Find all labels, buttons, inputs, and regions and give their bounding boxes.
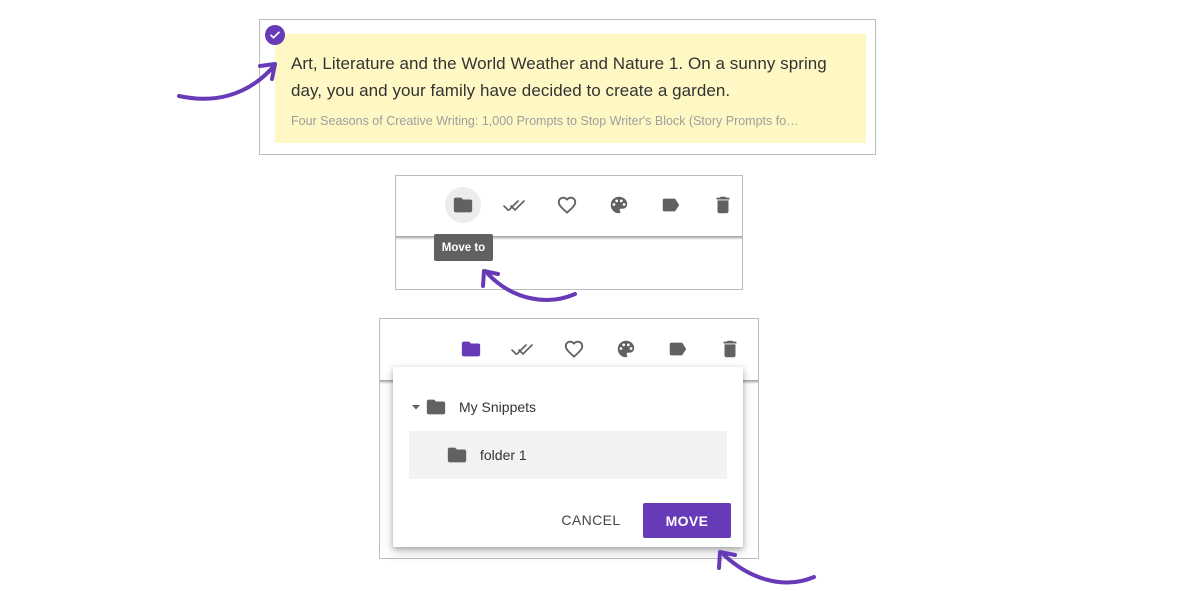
folder-icon bbox=[453, 197, 473, 213]
label-icon bbox=[662, 198, 680, 212]
root-folder-label: My Snippets bbox=[459, 399, 537, 415]
heart-icon bbox=[557, 196, 577, 214]
heart-icon bbox=[564, 340, 584, 358]
color-button[interactable] bbox=[601, 187, 637, 223]
selected-check-icon[interactable] bbox=[265, 25, 285, 45]
label-button[interactable] bbox=[653, 187, 689, 223]
snippet-source: Four Seasons of Creative Writing: 1,000 … bbox=[291, 114, 799, 128]
trash-icon bbox=[716, 196, 730, 214]
delete-button[interactable] bbox=[705, 187, 741, 223]
caret-down-icon[interactable] bbox=[411, 402, 421, 412]
move-to-button[interactable] bbox=[445, 187, 481, 223]
child-folder-label: folder 1 bbox=[480, 447, 527, 463]
folder-icon bbox=[461, 341, 481, 357]
favorite-button[interactable] bbox=[549, 187, 585, 223]
move-to-button-active[interactable] bbox=[453, 331, 489, 367]
cancel-button[interactable]: CANCEL bbox=[553, 504, 629, 536]
mark-done-button[interactable] bbox=[505, 331, 541, 367]
label-icon bbox=[669, 342, 687, 356]
pointer-arrow-3 bbox=[717, 550, 816, 585]
folder-tree-item-selected[interactable]: folder 1 bbox=[409, 431, 727, 479]
folder-tree-root[interactable]: My Snippets bbox=[411, 395, 536, 419]
move-button[interactable]: MOVE bbox=[643, 503, 731, 538]
move-to-dialog: My Snippets folder 1 CANCEL MOVE bbox=[393, 367, 743, 547]
palette-icon bbox=[617, 340, 635, 358]
done-all-icon bbox=[511, 344, 533, 356]
pointer-arrow-2 bbox=[481, 269, 577, 302]
snippet-text: Art, Literature and the World Weather an… bbox=[291, 54, 827, 100]
mark-done-button[interactable] bbox=[497, 187, 533, 223]
done-all-icon bbox=[503, 200, 525, 212]
snippet-card[interactable]: Art, Literature and the World Weather an… bbox=[275, 34, 866, 143]
pointer-arrow-1 bbox=[177, 62, 277, 101]
palette-icon bbox=[610, 196, 628, 214]
label-button[interactable] bbox=[660, 331, 696, 367]
folder-icon bbox=[426, 399, 446, 415]
favorite-button[interactable] bbox=[556, 331, 592, 367]
move-to-tooltip: Move to bbox=[434, 234, 493, 261]
folder-icon bbox=[447, 447, 467, 463]
delete-button[interactable] bbox=[712, 331, 748, 367]
trash-icon bbox=[723, 340, 737, 358]
color-button[interactable] bbox=[608, 331, 644, 367]
